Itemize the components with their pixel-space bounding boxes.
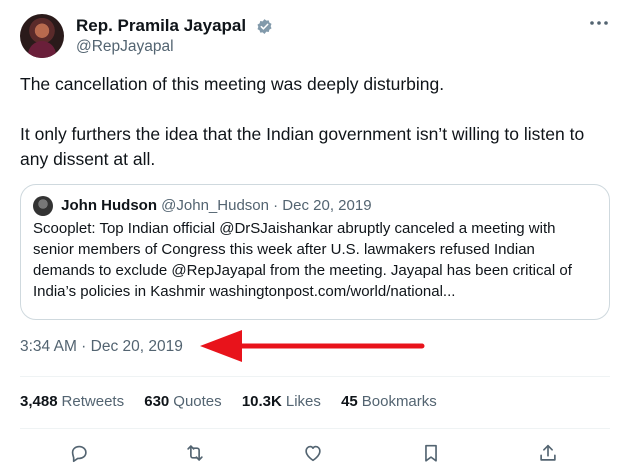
likes-count: 10.3K [241,393,282,410]
quoted-tweet[interactable]: John Hudson @John_Hudson · Dec 20, 2019 … [20,184,610,320]
quoted-author-avatar [33,196,53,217]
likes-stat[interactable]: 10.3K Likes [242,393,321,410]
reply-button[interactable] [68,442,94,468]
retweets-label: Retweets [61,393,125,410]
retweets-stat[interactable]: 3,488 Retweets [20,393,124,410]
red-arrow-annotation [200,330,425,362]
retweets-count: 3,488 [20,393,58,410]
quoted-author-name: John Hudson [61,197,157,215]
more-icon[interactable] [588,16,610,30]
quoted-author-handle: @John_Hudson · Dec 20, 2019 [161,197,372,215]
like-icon [305,445,321,462]
quoted-tweet-text: Scooplet: Top Indian official @DrSJaisha… [33,220,572,300]
bookmark-icon [425,444,437,462]
quotes-count: 630 [144,393,170,410]
tweet-paragraph: The cancellation of this meeting was dee… [20,74,445,94]
bookmark-button[interactable] [420,442,446,468]
quoted-tweet-header: John Hudson @John_Hudson · Dec 20, 2019 [33,195,597,217]
retweet-icon [187,445,203,461]
verified-badge-icon [257,18,272,34]
author-handle[interactable]: @RepJayapal [76,38,174,56]
retweet-button[interactable] [184,442,210,468]
quotes-label: Quotes [173,393,222,410]
bookmarks-count: 45 [341,393,358,410]
tweet-paragraph: It only furthers the idea that the India… [20,124,585,169]
author-name-row: Rep. Pramila Jayapal [76,16,273,36]
author-avatar[interactable] [20,14,64,58]
likes-label: Likes [285,393,321,410]
quotes-stat[interactable]: 630 Quotes [144,393,221,410]
share-button[interactable] [537,442,563,468]
tweet-timestamp[interactable]: 3:34 AM · Dec 20, 2019 [20,338,183,356]
divider [20,376,610,377]
share-icon [540,444,556,461]
tweet-header: Rep. Pramila Jayapal @RepJayapal [20,14,610,60]
bookmarks-stat[interactable]: 45 Bookmarks [341,393,437,410]
engagement-stats: 3,488 Retweets 630 Quotes 10.3K Likes 45 Boo… [20,393,453,410]
bookmarks-label: Bookmarks [361,393,437,410]
divider [20,428,610,429]
tweet-actions [20,438,610,472]
reply-icon [71,445,87,463]
author-name[interactable]: Rep. Pramila Jayapal [76,16,246,36]
like-button[interactable] [302,442,328,468]
tweet-text: The cancellation of this meeting was dee… [20,72,610,172]
